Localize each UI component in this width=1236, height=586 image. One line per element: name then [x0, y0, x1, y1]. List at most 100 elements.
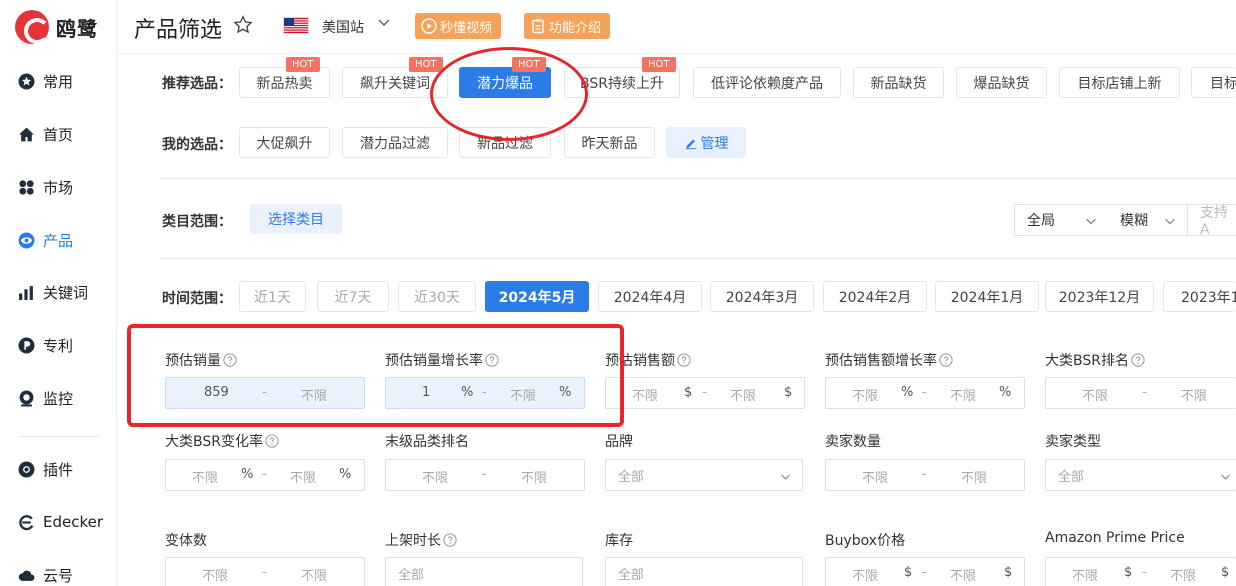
- time-chip-2024-01[interactable]: 2024年1月: [935, 281, 1039, 312]
- brand-filter-label: 品牌: [605, 434, 633, 450]
- min-value[interactable]: 不限: [852, 385, 878, 404]
- min-value[interactable]: 不限: [422, 467, 448, 486]
- favorite-star-icon[interactable]: [232, 14, 254, 36]
- min-value[interactable]: 不限: [862, 467, 888, 486]
- help-icon[interactable]: [1131, 353, 1145, 367]
- est-revenue-range[interactable]: 不限 $ - 不限 $: [605, 377, 805, 409]
- seller-count-range[interactable]: 不限 - 不限: [825, 459, 1025, 491]
- recommend-chip-hot-oos[interactable]: 爆品缺货: [956, 67, 1047, 98]
- my-chip-yesterday-new[interactable]: 昨天新品: [564, 127, 655, 158]
- scope-select[interactable]: 全局: [1014, 204, 1109, 236]
- time-chip-7d[interactable]: 近7天: [317, 281, 389, 312]
- range-dash: -: [1142, 385, 1147, 400]
- divider: [160, 178, 1236, 179]
- listing-age-select[interactable]: 全部: [385, 557, 583, 586]
- oulu-logo-icon: [15, 10, 50, 44]
- category-search-input[interactable]: 支持A: [1187, 204, 1236, 238]
- seller-type-select[interactable]: 全部: [1045, 459, 1236, 491]
- help-icon[interactable]: [443, 533, 457, 547]
- time-chip-2023-12[interactable]: 2023年12月: [1045, 281, 1154, 312]
- time-chip-1d[interactable]: 近1天: [239, 281, 306, 312]
- manage-button[interactable]: 管理: [666, 127, 746, 158]
- max-value[interactable]: 不限: [301, 565, 327, 584]
- divider: [160, 258, 1236, 259]
- usd-unit: $: [784, 385, 793, 400]
- sidebar-item-cloud[interactable]: 云号: [0, 557, 117, 586]
- max-value[interactable]: 不限: [1181, 385, 1207, 404]
- help-icon[interactable]: [677, 353, 691, 367]
- site-selector[interactable]: 美国站: [322, 17, 364, 37]
- recommend-chip-target[interactable]: 目标: [1191, 67, 1236, 98]
- buybox-price-range[interactable]: 不限 $ - 不限 $: [825, 557, 1025, 586]
- bsr-rank-range[interactable]: 不限 - 不限: [1045, 377, 1236, 409]
- min-value[interactable]: 不限: [632, 385, 658, 404]
- sidebar-item-label: 产品: [43, 231, 74, 250]
- sidebar-item-label: Edecker: [43, 513, 104, 531]
- time-chip-2024-04[interactable]: 2024年4月: [598, 281, 702, 312]
- us-flag-icon: [283, 17, 309, 34]
- sidebar-item-label: 专利: [43, 336, 74, 355]
- est-revenue-growth-label: 预估销售额增长率: [825, 350, 953, 370]
- sidebar-item-monitor[interactable]: 监控: [0, 380, 117, 416]
- brand-logo[interactable]: 鸥鹭: [15, 10, 98, 44]
- time-chip-2024-02[interactable]: 2024年2月: [823, 281, 927, 312]
- min-value[interactable]: 不限: [1072, 565, 1098, 584]
- usd-unit: $: [904, 565, 913, 580]
- sidebar-item-plugin[interactable]: 插件: [0, 451, 117, 487]
- max-value[interactable]: 不限: [1170, 565, 1196, 584]
- variants-range[interactable]: 不限 - 不限: [165, 557, 365, 586]
- my-chip-promo[interactable]: 大促飙升: [239, 127, 330, 158]
- eye-icon: [18, 232, 35, 248]
- sidebar-item-label: 首页: [43, 125, 74, 144]
- time-chip-2024-03[interactable]: 2024年3月: [710, 281, 814, 312]
- seller-count-label: 卖家数量: [825, 434, 881, 450]
- chevron-down-icon: [781, 474, 790, 480]
- sidebar-item-keyword[interactable]: 关键词: [0, 274, 117, 310]
- min-value[interactable]: 不限: [192, 467, 218, 486]
- filter-label-text: 大类BSR变化率: [165, 434, 263, 450]
- page-header: 产品筛选 美国站 秒懂视频 功能介绍: [117, 0, 1236, 54]
- sidebar-item-home[interactable]: 首页: [0, 116, 117, 152]
- sidebar-item-patent[interactable]: 专利: [0, 327, 117, 363]
- usd-unit: $: [1221, 565, 1230, 580]
- sidebar-item-common[interactable]: 常用: [0, 63, 117, 99]
- my-chip-potential-filter[interactable]: 潜力品过滤: [342, 127, 448, 158]
- min-value[interactable]: 不限: [852, 565, 878, 584]
- sidebar-item-product[interactable]: 产品: [0, 222, 117, 258]
- sidebar-item-market[interactable]: 市场: [0, 169, 117, 205]
- est-revenue-growth-range[interactable]: 不限 % - 不限 %: [825, 377, 1025, 409]
- time-chip-2023-11[interactable]: 2023年11: [1163, 281, 1236, 312]
- max-value[interactable]: 不限: [950, 385, 976, 404]
- help-icon[interactable]: [265, 434, 279, 448]
- stock-select[interactable]: 全部: [605, 557, 803, 586]
- min-value[interactable]: 不限: [1082, 385, 1108, 404]
- prime-price-range[interactable]: 不限 $ - 不限 $: [1045, 557, 1236, 586]
- help-icon[interactable]: [939, 353, 953, 367]
- intro-button[interactable]: 功能介绍: [524, 13, 611, 39]
- time-chip-2024-05[interactable]: 2024年5月: [485, 281, 589, 312]
- leaf-rank-range[interactable]: 不限 - 不限: [385, 459, 585, 491]
- cloud-icon: [18, 570, 35, 581]
- max-value[interactable]: 不限: [290, 467, 316, 486]
- video-button[interactable]: 秒懂视频: [415, 13, 502, 39]
- recommend-chip-store-new[interactable]: 目标店铺上新: [1059, 67, 1180, 98]
- max-value[interactable]: 不限: [521, 467, 547, 486]
- range-dash: -: [262, 467, 267, 482]
- match-select[interactable]: 模糊: [1108, 204, 1188, 236]
- chevron-down-icon[interactable]: [376, 14, 392, 30]
- app-root: 鸥鹭 常用 首页 市场 产品 关键词 专利 监控 插件 Edecker 云号 产…: [0, 0, 1236, 586]
- recommend-chip-low-review[interactable]: 低评论依赖度产品: [693, 67, 841, 98]
- time-chip-30d[interactable]: 近30天: [398, 281, 476, 312]
- max-value[interactable]: 不限: [961, 467, 987, 486]
- sidebar-item-edecker[interactable]: Edecker: [0, 504, 117, 540]
- brand-select[interactable]: 全部: [605, 459, 803, 491]
- bsr-change-label: 大类BSR变化率: [165, 431, 279, 451]
- max-value[interactable]: 不限: [730, 385, 756, 404]
- max-value[interactable]: 不限: [950, 565, 976, 584]
- min-value[interactable]: 不限: [202, 565, 228, 584]
- percent-unit: %: [339, 467, 352, 482]
- select-category-button[interactable]: 选择类目: [250, 204, 342, 234]
- recommend-chip-new-oos[interactable]: 新品缺货: [853, 67, 944, 98]
- bsr-change-range[interactable]: 不限 % - 不限 %: [165, 459, 365, 491]
- time-range-label: 时间范围：: [162, 291, 232, 307]
